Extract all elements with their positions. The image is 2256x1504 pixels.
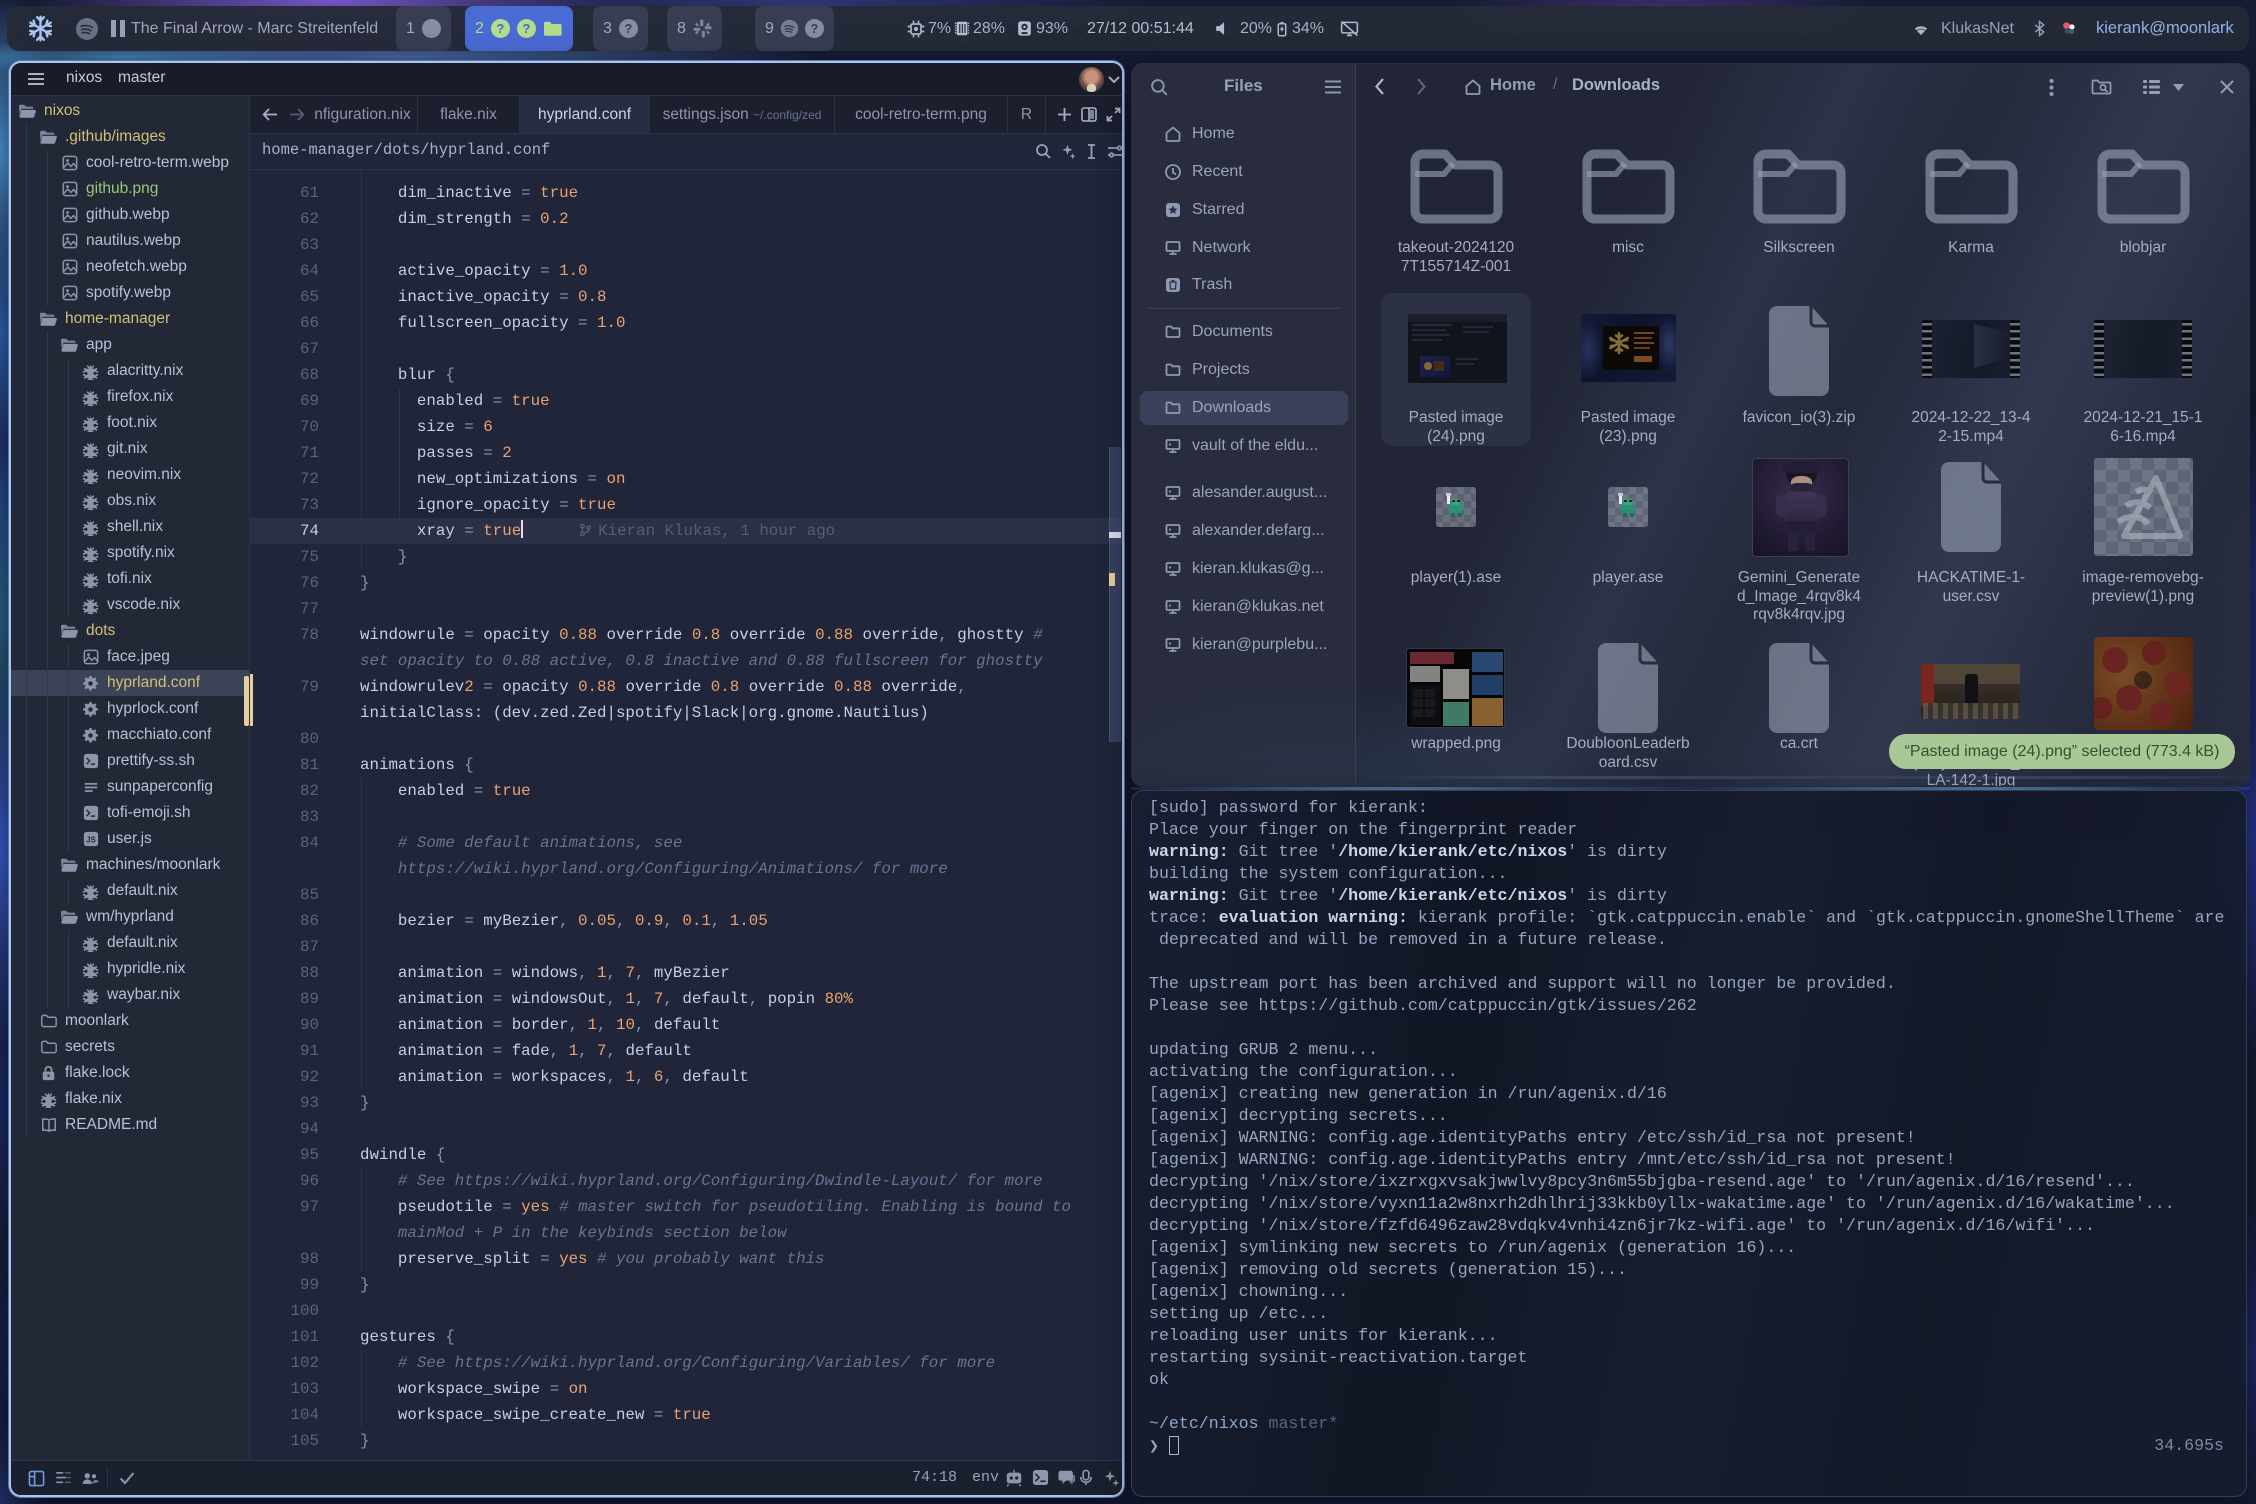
svg-text:JS: JS [86,836,96,845]
